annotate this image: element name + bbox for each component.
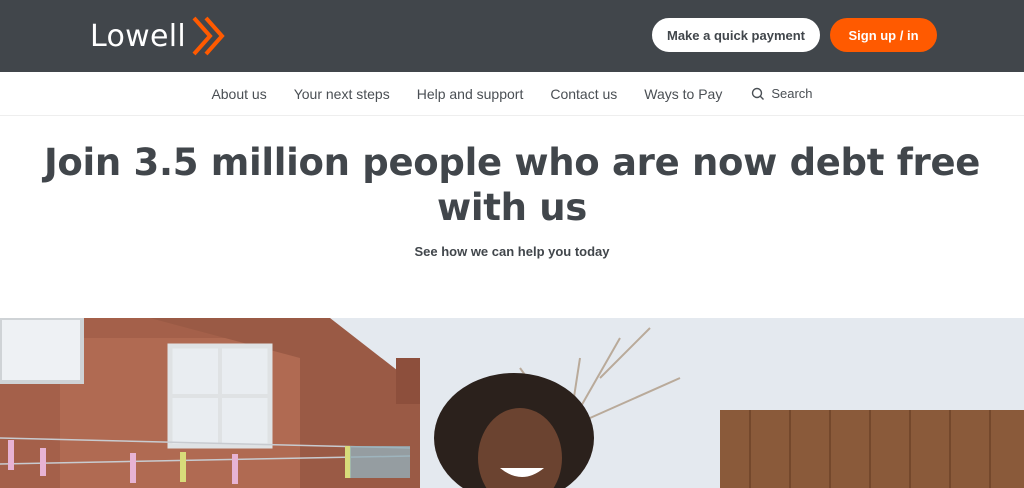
search-icon (752, 87, 765, 100)
nav-item-ways-to-pay[interactable]: Ways to Pay (644, 86, 722, 102)
top-bar: Lowell Make a quick payment Sign up / in (0, 0, 1024, 72)
hero-photo (0, 318, 1024, 488)
nav-item-about-us[interactable]: About us (211, 86, 266, 102)
main-nav: About us Your next steps Help and suppor… (0, 72, 1024, 116)
search-label: Search (771, 86, 813, 101)
sign-up-in-button[interactable]: Sign up / in (830, 18, 937, 52)
hero-photo-illustration (0, 318, 1024, 488)
nav-item-next-steps[interactable]: Your next steps (294, 86, 390, 102)
lowell-logo[interactable]: Lowell (90, 14, 228, 58)
hero-title: Join 3.5 million people who are now debt… (0, 140, 1024, 230)
hero-title-line-1: Join 3.5 million people who are now debt… (43, 141, 981, 184)
nav-item-help-support[interactable]: Help and support (417, 86, 524, 102)
nav-item-contact-us[interactable]: Contact us (550, 86, 617, 102)
quick-payment-button[interactable]: Make a quick payment (652, 18, 820, 52)
hero-title-line-2: with us (436, 186, 588, 229)
search-link[interactable]: Search (751, 86, 813, 101)
double-chevron-right-icon (192, 16, 225, 56)
hero-subtitle: See how we can help you today (414, 244, 610, 259)
logo-wordmark: Lowell (90, 18, 187, 54)
